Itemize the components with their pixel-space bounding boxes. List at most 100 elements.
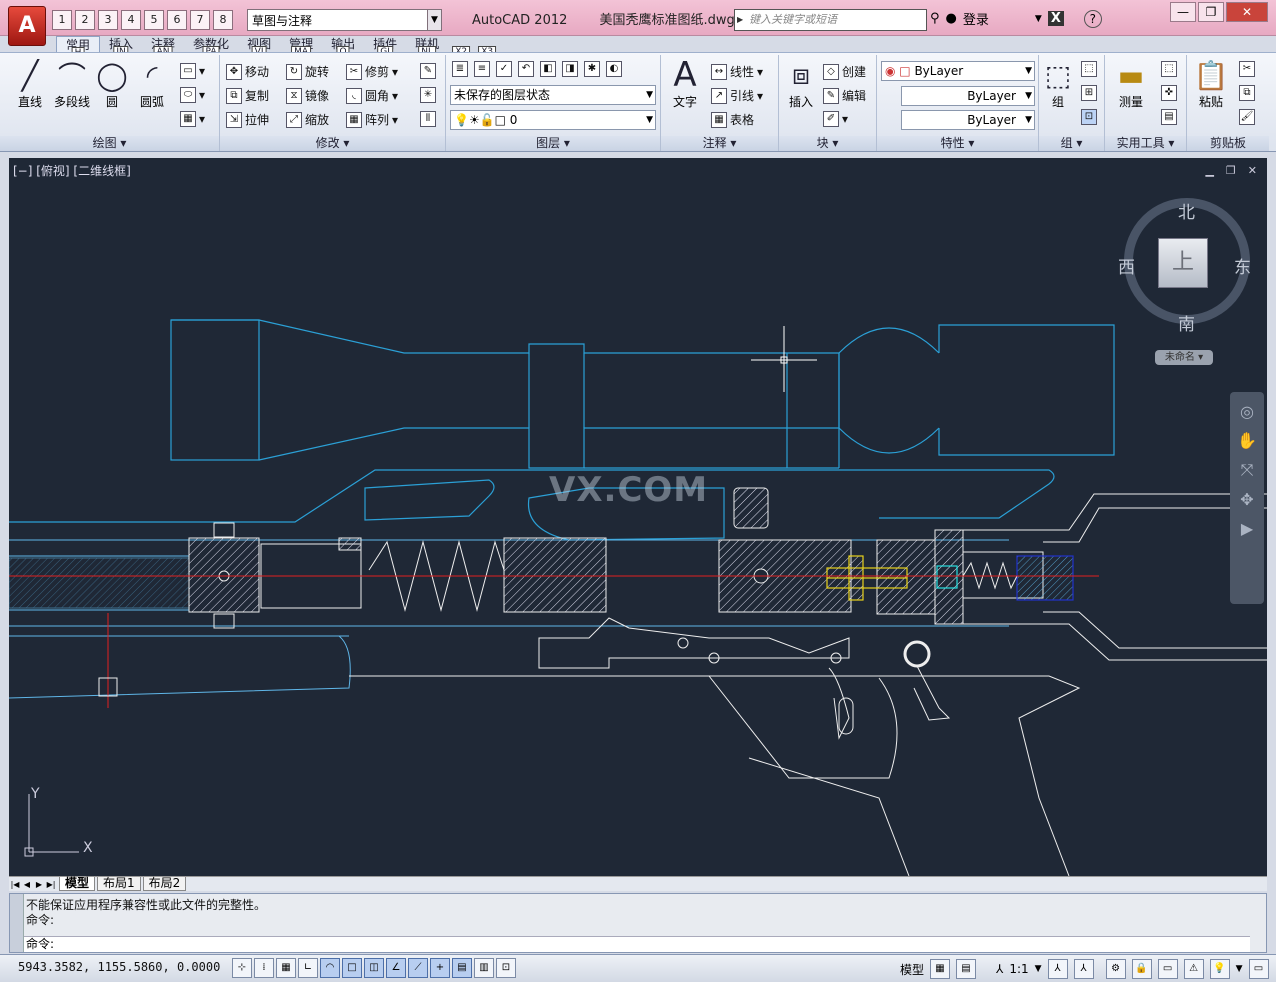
layer-state-icon[interactable]: ≡ [474, 61, 490, 77]
panel-label-utilities[interactable]: 实用工具 ▾ [1105, 136, 1186, 151]
first-tab-icon[interactable]: |◀ [9, 880, 21, 889]
pan-hand-icon[interactable]: ✋ [1237, 431, 1257, 450]
annotation-scale-value[interactable]: 1:1 [1009, 962, 1028, 976]
mount-rail[interactable] [9, 469, 1055, 541]
orbit-icon[interactable]: ✥ [1240, 490, 1253, 509]
rotate-button[interactable]: ↻ 旋转 [286, 63, 329, 80]
drawing-canvas[interactable]: [−] [俯视] [二维线框] ▁ ❐ ✕ VX.COM 上 北 南 东 西 未… [9, 158, 1267, 876]
chevron-down-icon[interactable]: ▼ [1035, 964, 1042, 974]
qat-save-button[interactable]: 3 [98, 10, 118, 30]
qat-redo-button[interactable]: 7 [190, 10, 210, 30]
help-icon[interactable]: ? [1083, 9, 1102, 28]
paste-button[interactable]: 📋 粘贴 [1191, 59, 1231, 110]
quick-properties-icon[interactable]: ⊡ [496, 958, 516, 978]
array-button[interactable]: ▦ 阵列 ▾ [346, 111, 398, 128]
mirror-button[interactable]: ⧖ 镜像 [286, 87, 329, 104]
arc-button[interactable]: ◜ 圆弧 [132, 59, 172, 110]
workspace-dropdown[interactable]: 草图与注释 ▼ [247, 9, 442, 31]
snap-mode-icon[interactable]: ⁞ [254, 958, 274, 978]
close-icon[interactable]: ✕ [1226, 2, 1268, 22]
table-button[interactable]: ▦ 表格 [711, 111, 754, 128]
user-icon[interactable]: ● [946, 11, 957, 26]
stock-and-trigger[interactable] [98, 617, 1081, 876]
ucs-dropdown[interactable]: 未命名 ▾ [1155, 350, 1213, 365]
compass-east[interactable]: 东 [1234, 253, 1251, 278]
scope-outline[interactable] [170, 319, 1115, 469]
fillet-button[interactable]: ◟ 圆角 ▾ [346, 87, 398, 104]
trim-button[interactable]: ✂ 修剪 ▾ [346, 63, 398, 80]
showmotion-icon[interactable]: ▶ [1241, 519, 1253, 538]
layer-off-icon[interactable]: ◐ [606, 61, 622, 77]
ellipse-button[interactable]: ⬭ ▾ [180, 87, 205, 103]
command-input[interactable]: 命令: [24, 936, 1250, 952]
panel-label-groups[interactable]: 组 ▾ [1039, 136, 1104, 151]
search-input[interactable]: 键入关键字或短语 [734, 9, 927, 31]
viewcube-top-face[interactable]: 上 [1158, 238, 1208, 288]
qat-plot-button[interactable]: 5 [144, 10, 164, 30]
object-snap-tracking-icon[interactable]: ∠ [386, 958, 406, 978]
qat-open-button[interactable]: 2 [75, 10, 95, 30]
valve-assembly[interactable] [718, 487, 1044, 625]
restore-icon[interactable]: ❐ [1198, 2, 1224, 22]
tab-extra-1[interactable]: X2 [448, 36, 474, 59]
compass-north[interactable]: 北 [1178, 198, 1195, 223]
layer-previous-icon[interactable]: ↶ [518, 61, 534, 77]
compass-south[interactable]: 南 [1178, 310, 1195, 335]
scale-button[interactable]: ⤢ 缩放 [286, 111, 329, 128]
qat-workspace-key[interactable]: 8 [213, 10, 233, 30]
panel-label-layers[interactable]: 图层 ▾ [446, 136, 660, 151]
qat-saveas-button[interactable]: 4 [121, 10, 141, 30]
transparency-icon[interactable]: ▥ [474, 958, 494, 978]
layer-isolate-icon[interactable]: ◧ [540, 61, 556, 77]
infer-constraints-icon[interactable]: ⊹ [232, 958, 252, 978]
rectangle-button[interactable]: ▭ ▾ [180, 63, 205, 79]
layer-properties-icon[interactable]: ≣ [452, 61, 468, 77]
coordinate-readout[interactable]: 5943.3582, 1155.5860, 0.0000 [18, 960, 220, 974]
panel-label-block[interactable]: 块 ▾ [779, 136, 876, 151]
minimize-icon[interactable]: — [1170, 2, 1196, 22]
polyline-button[interactable]: ⌒ 多段线 [50, 59, 94, 110]
isolate-objects-icon[interactable]: ⚠ [1183, 959, 1204, 979]
chevron-down-icon[interactable]: ▼ [1035, 14, 1042, 24]
quick-view-drawings-icon[interactable]: ▤ [956, 959, 977, 979]
dynamic-ucs-icon[interactable]: ⟋ [408, 958, 428, 978]
erase-button[interactable]: ✎ [420, 63, 436, 79]
viewcube[interactable]: 上 北 南 东 西 [1118, 198, 1251, 335]
tab-layout1[interactable]: 布局1 [97, 877, 141, 891]
match-properties-button[interactable]: 🖌 [1239, 109, 1255, 125]
lightbulb-icon[interactable]: 💡 [1209, 959, 1230, 979]
layer-unisolate-icon[interactable]: ◨ [562, 61, 578, 77]
tab-layout2[interactable]: 布局2 [142, 877, 187, 891]
qat-undo-button[interactable]: 6 [167, 10, 187, 30]
leader-button[interactable]: ↗ 引线 ▾ [711, 87, 763, 104]
panel-label-annotation[interactable]: 注释 ▾ [661, 136, 778, 151]
application-menu-button[interactable]: A [8, 6, 46, 46]
layer-state-dropdown[interactable]: 未保存的图层状态 ▼ [450, 85, 656, 105]
linear-dimension-button[interactable]: ↔ 线性 ▾ [711, 63, 763, 80]
explode-button[interactable]: ✳ [420, 87, 436, 103]
last-tab-icon[interactable]: ▶| [45, 880, 57, 889]
annotation-scale-icon[interactable]: ⅄ [996, 962, 1003, 976]
group-edit-button[interactable]: ⊞ [1081, 85, 1097, 101]
quick-select-button[interactable]: ⬚ [1161, 61, 1177, 77]
dynamic-input-icon[interactable]: + [430, 958, 450, 978]
calculator-button[interactable]: ▤ [1161, 109, 1177, 125]
insert-block-button[interactable]: ⧈ 插入 [781, 58, 821, 110]
create-block-button[interactable]: ◇ 创建 [823, 63, 866, 80]
panel-label-properties[interactable]: 特性 ▾ [877, 136, 1038, 151]
layer-freeze-icon[interactable]: ✱ [584, 61, 600, 77]
exchange-icon[interactable]: X [1047, 11, 1064, 26]
tab-home[interactable]: 常用H [56, 36, 101, 60]
move-button[interactable]: ✥ 移动 [226, 63, 269, 80]
grid-icon[interactable]: ▦ [276, 958, 296, 978]
steering-wheel-icon[interactable]: ◎ [1240, 402, 1254, 421]
workspace-switch-gear-icon[interactable]: ⚙ [1105, 959, 1126, 979]
cut-button[interactable]: ✂ [1239, 61, 1255, 77]
tab-plugins[interactable]: 插件GI [364, 36, 406, 59]
layer-dropdown[interactable]: 💡☀🔓□ 0 ▼ [450, 110, 656, 130]
auto-scale-icon[interactable]: ⅄ [1073, 959, 1094, 979]
air-reservoir-outline[interactable] [963, 493, 1267, 661]
layer-match-icon[interactable]: ✓ [496, 61, 512, 77]
tab-output[interactable]: 输出O [322, 36, 364, 59]
group-select-button[interactable]: ⊡ [1081, 109, 1097, 125]
